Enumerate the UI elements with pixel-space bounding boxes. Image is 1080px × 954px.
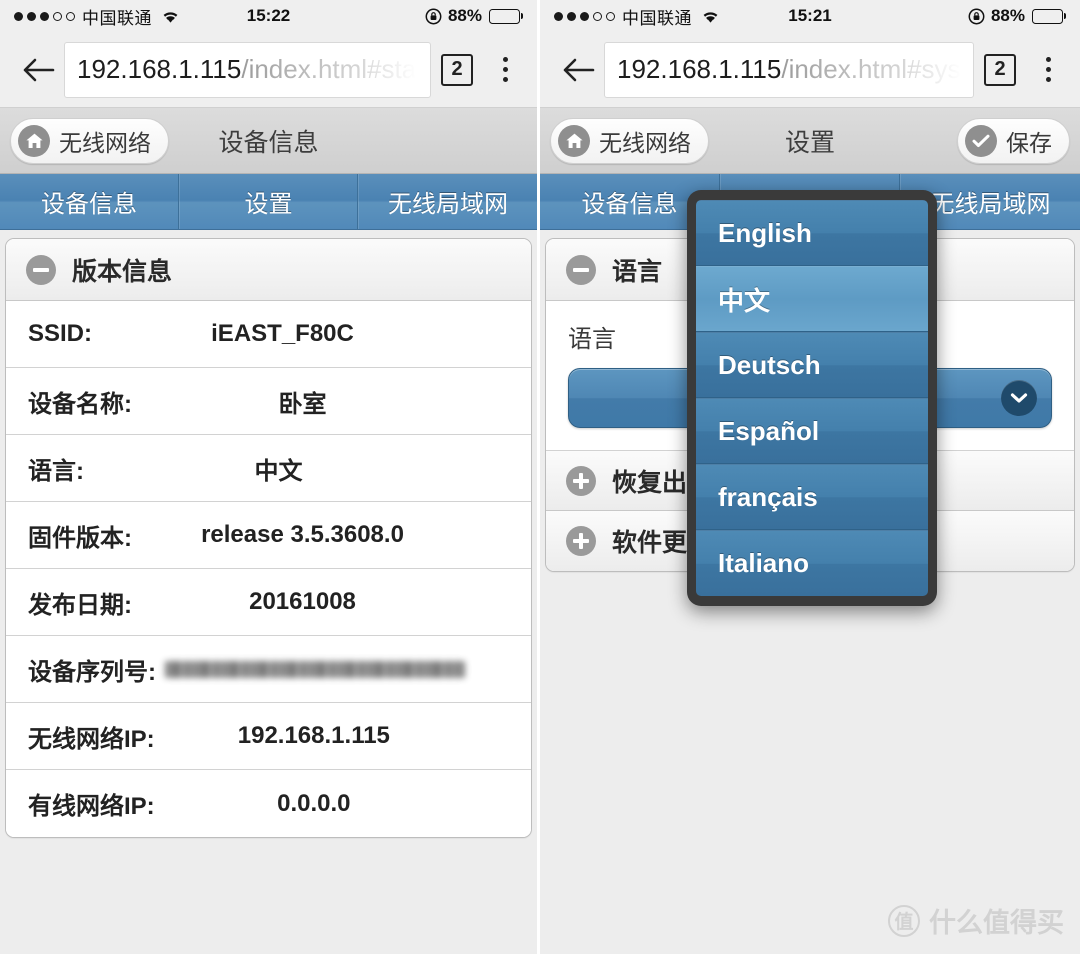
right-status-right: 88%	[968, 6, 1066, 26]
table-row: 设备名称: 卧室	[6, 368, 531, 435]
row-value: 20161008	[249, 588, 356, 615]
home-button-label: 无线网络	[599, 129, 691, 156]
back-arrow-icon[interactable]	[554, 47, 604, 93]
right-app-header: 无线网络 设置 保存	[540, 108, 1080, 174]
table-row: SSID: iEAST_F80C	[6, 301, 531, 368]
row-value: iEAST_F80C	[211, 320, 354, 347]
signal-strength-icon	[14, 11, 75, 21]
dropdown-option-chinese[interactable]: 中文	[696, 266, 928, 332]
left-url-bar[interactable]: 192.168.1.115/index.html#sta	[64, 41, 431, 98]
version-info-card: 版本信息 SSID: iEAST_F80C 设备名称: 卧室 语言: 中文 固件…	[5, 238, 532, 838]
table-row: 语言: 中文	[6, 435, 531, 502]
battery-percent: 88%	[990, 6, 1025, 25]
carrier-name: 中国联通	[622, 8, 692, 28]
row-value: release 3.5.3608.0	[201, 521, 404, 548]
left-status-right: 88%	[425, 6, 523, 26]
battery-icon	[1032, 8, 1066, 24]
table-row: 发布日期: 20161008	[6, 569, 531, 636]
home-wireless-network-button[interactable]: 无线网络	[10, 117, 169, 164]
tab-settings[interactable]: 设置	[179, 174, 358, 229]
screenshot-root: 中国联通 15:22 88% 192.168.1.115/index.html#…	[0, 0, 1080, 954]
signal-strength-icon	[554, 11, 615, 21]
table-row: 固件版本: release 3.5.3608.0	[6, 502, 531, 569]
dropdown-option-spanish[interactable]: Español	[696, 398, 928, 464]
save-button[interactable]: 保存	[957, 117, 1070, 164]
table-row: 无线网络IP: 192.168.1.115	[6, 703, 531, 770]
row-label: 有线网络IP:	[28, 793, 155, 820]
row-label: 设备序列号:	[28, 658, 156, 686]
left-status-left: 中国联通	[14, 4, 180, 29]
url-host: 192.168.1.115	[617, 54, 782, 84]
left-app-header: 无线网络 设备信息	[0, 108, 537, 174]
url-path: /index.html#sta	[241, 54, 417, 84]
row-value-redacted	[156, 655, 509, 683]
right-url-bar[interactable]: 192.168.1.115/index.html#sys	[604, 41, 974, 98]
carrier-name: 中国联通	[82, 8, 152, 28]
panel-divider	[537, 0, 540, 954]
minus-circle-icon	[26, 254, 56, 285]
save-button-label: 保存	[1006, 129, 1052, 156]
right-browser-toolbar: 192.168.1.115/index.html#sys 2	[540, 32, 1080, 108]
battery-icon	[489, 8, 523, 24]
home-icon	[558, 124, 590, 157]
tab-wlan[interactable]: 无线局域网	[358, 174, 537, 229]
dropdown-option-italian[interactable]: Italiano	[696, 530, 928, 596]
rotation-lock-icon	[425, 8, 442, 25]
row-label: 无线网络IP:	[28, 725, 155, 753]
left-browser-toolbar: 192.168.1.115/index.html#sta 2	[0, 32, 537, 108]
url-path: /index.html#sys	[781, 54, 961, 84]
row-value: 0.0.0.0	[277, 789, 351, 817]
rotation-lock-icon	[968, 8, 985, 25]
left-status-bar: 中国联通 15:22 88%	[0, 0, 537, 32]
watermark: 值 什么值得买	[888, 901, 1064, 940]
version-info-section-header[interactable]: 版本信息	[6, 239, 531, 301]
language-dropdown-menu[interactable]: English 中文 Deutsch Español français Ital…	[687, 190, 937, 606]
language-dropdown-list: English 中文 Deutsch Español français Ital…	[696, 200, 928, 596]
tab-device-info[interactable]: 设备信息	[0, 174, 179, 229]
tab-count-button[interactable]: 2	[441, 53, 473, 86]
row-label: SSID:	[28, 320, 93, 347]
chevron-down-icon	[1001, 380, 1037, 416]
left-tab-bar: 设备信息 设置 无线局域网	[0, 174, 537, 230]
row-label: 语言:	[28, 457, 84, 485]
plus-circle-icon	[566, 526, 596, 556]
right-status-bar: 中国联通 15:21 88%	[540, 0, 1080, 32]
left-content: 版本信息 SSID: iEAST_F80C 设备名称: 卧室 语言: 中文 固件…	[0, 230, 537, 838]
row-label: 发布日期:	[28, 591, 132, 619]
redacted-serial-number	[164, 661, 465, 679]
table-row: 有线网络IP: 0.0.0.0	[6, 770, 531, 837]
battery-percent: 88%	[447, 6, 482, 25]
wifi-icon	[161, 9, 180, 24]
left-phone-screenshot: 中国联通 15:22 88% 192.168.1.115/index.html#…	[0, 0, 537, 954]
home-icon	[18, 124, 50, 157]
table-row: 设备序列号:	[6, 636, 531, 703]
home-button-label: 无线网络	[59, 129, 151, 156]
kebab-menu-icon[interactable]	[491, 57, 519, 82]
tab-count-button[interactable]: 2	[984, 53, 1016, 86]
dropdown-option-french[interactable]: français	[696, 464, 928, 530]
dropdown-option-german[interactable]: Deutsch	[696, 332, 928, 398]
home-wireless-network-button[interactable]: 无线网络	[550, 117, 709, 164]
row-label: 设备名称:	[28, 390, 132, 418]
minus-circle-icon	[566, 254, 596, 285]
row-value: 卧室	[278, 390, 327, 418]
dropdown-option-english[interactable]: English	[696, 200, 928, 266]
section-title: 版本信息	[72, 257, 173, 286]
check-circle-icon	[965, 124, 997, 157]
right-status-left: 中国联通	[554, 4, 720, 29]
wifi-icon	[701, 9, 720, 24]
section-title: 语言	[612, 257, 663, 286]
url-host: 192.168.1.115	[77, 54, 242, 84]
watermark-badge: 值	[888, 904, 920, 937]
row-value: 192.168.1.115	[237, 722, 390, 749]
plus-circle-icon	[566, 465, 596, 496]
kebab-menu-icon[interactable]	[1034, 57, 1062, 82]
row-value: 中文	[254, 457, 303, 485]
right-phone-screenshot: 中国联通 15:21 88% 192.168.1.115/index.html#…	[540, 0, 1080, 954]
back-arrow-icon[interactable]	[14, 47, 64, 93]
row-label: 固件版本:	[28, 524, 132, 552]
watermark-text: 什么值得买	[929, 908, 1064, 939]
